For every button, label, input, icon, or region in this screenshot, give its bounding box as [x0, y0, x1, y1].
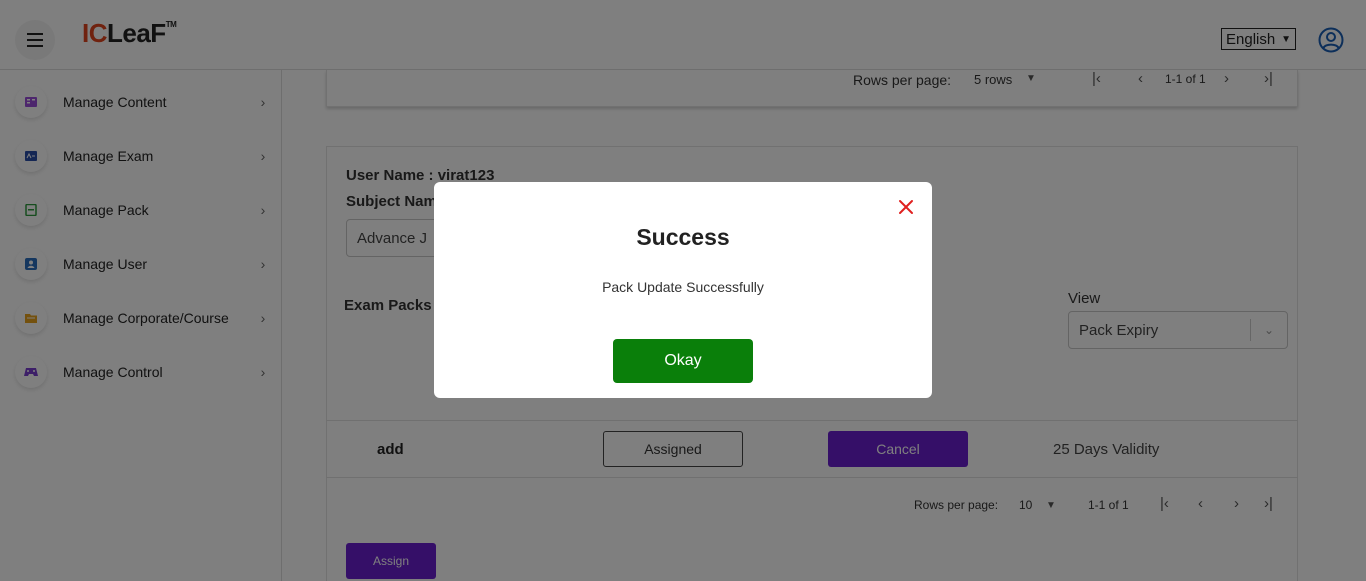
dialog-message: Pack Update Successfully: [602, 279, 764, 295]
dialog-title: Success: [636, 224, 730, 250]
success-dialog: Success Pack Update Successfully Okay: [434, 182, 932, 398]
close-icon[interactable]: [897, 198, 915, 216]
okay-button[interactable]: Okay: [613, 339, 753, 383]
